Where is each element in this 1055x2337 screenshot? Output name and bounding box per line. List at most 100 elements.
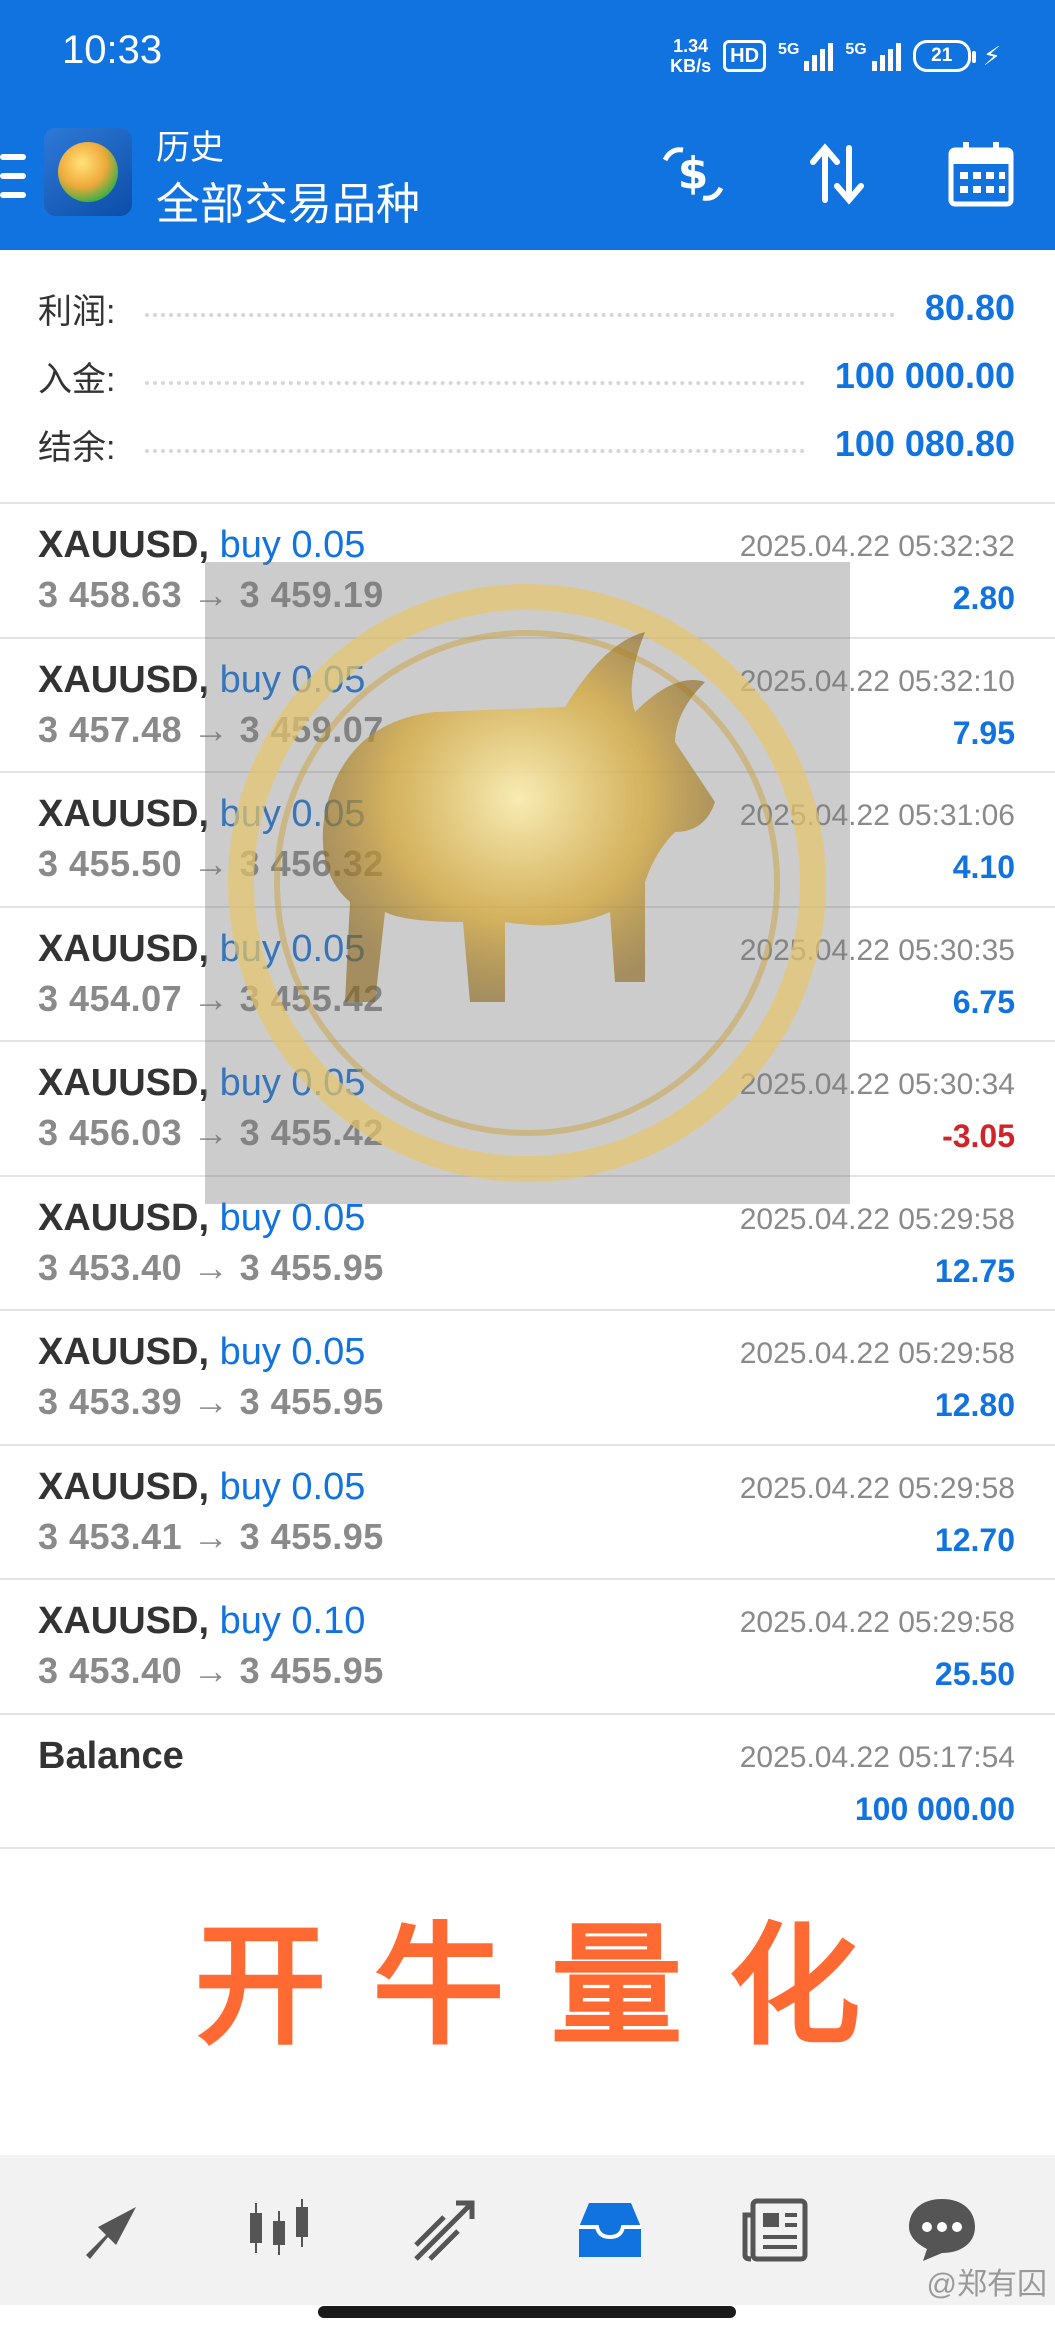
deal-time: 2025.04.22 05:31:06: [739, 799, 1015, 832]
deal-symbol: XAUUSD,: [38, 1062, 210, 1104]
battery-icon: 21: [912, 40, 976, 72]
deal-symbol: XAUUSD,: [38, 793, 210, 835]
deal-profit: 12.75: [934, 1252, 1015, 1289]
deal-row[interactable]: XAUUSD, buy 0.10 3 453.40 → 3 455.95 202…: [0, 1580, 1055, 1715]
deal-row[interactable]: XAUUSD, buy 0.05 3 453.39 → 3 455.95 202…: [0, 1311, 1055, 1446]
balance-value: 100 080.80: [834, 423, 1015, 464]
deal-side: buy 0.05: [219, 793, 366, 835]
bottom-nav: [0, 2155, 1055, 2305]
sim2-label: 5G: [845, 41, 867, 58]
signal-icon-2: 5G: [845, 41, 901, 71]
deal-prices: 3 453.40 → 3 455.95: [38, 1246, 384, 1288]
dollar-exchange-icon[interactable]: $: [657, 138, 729, 210]
deal-profit: 2.80: [952, 580, 1015, 616]
symbol-filter[interactable]: 全部交易品种: [156, 168, 420, 232]
promo-banner-text: 开牛量化: [194, 1910, 907, 2064]
balance-operation-row[interactable]: Balance 2025.04.22 05:17:54 100 000.00: [0, 1715, 1055, 1849]
deal-prices: 3 456.03 → 3 455.42: [38, 1112, 384, 1153]
dotted-leader: [145, 381, 805, 385]
balance-row: 结余: 100 080.80: [38, 414, 1015, 474]
deal-row[interactable]: XAUUSD, buy 0.05 3 455.50 → 3 456.32 202…: [0, 773, 1055, 908]
deal-prices: 3 453.40 → 3 455.95: [38, 1650, 384, 1691]
nav-history[interactable]: [565, 2185, 655, 2275]
deal-time: 2025.04.22 05:32:10: [739, 664, 1015, 698]
deals-list: XAUUSD, buy 0.05 3 458.63 → 3 459.19 202…: [0, 504, 1055, 1849]
app-logo[interactable]: [44, 128, 132, 216]
deal-profit: 100 000.00: [854, 1790, 1015, 1827]
deal-profit: 7.95: [952, 714, 1015, 751]
balance-label: 结余:: [38, 428, 116, 467]
dotted-leader: [145, 313, 895, 317]
dotted-leader: [145, 449, 805, 453]
source-watermark: @郑有囚: [926, 2268, 1047, 2301]
history-icon: [579, 2203, 642, 2257]
page-title: 历史: [156, 129, 224, 167]
chat-icon: [909, 2199, 976, 2261]
deal-symbol: XAUUSD,: [38, 1465, 210, 1508]
deal-profit: 12.70: [934, 1521, 1015, 1558]
deal-prices: 3 453.39 → 3 455.95: [38, 1381, 384, 1422]
profit-row: 利润: 80.80: [38, 278, 1015, 338]
deal-prices: 3 457.48 → 3 459.07: [38, 708, 384, 750]
nav-news[interactable]: [731, 2185, 821, 2275]
deal-symbol: XAUUSD,: [38, 524, 210, 566]
quotes-icon: [85, 2207, 136, 2259]
deposit-label: 入金:: [38, 360, 116, 399]
nav-chart[interactable]: [234, 2185, 324, 2275]
charging-icon: ⚡: [982, 40, 1001, 71]
status-time: 10:33: [62, 28, 163, 72]
deal-symbol: XAUUSD,: [38, 1331, 210, 1373]
deal-side: buy 0.05: [219, 658, 366, 701]
deal-symbol: XAUUSD,: [38, 1600, 210, 1642]
deposit-value: 100 000.00: [834, 355, 1015, 396]
nav-quotes[interactable]: [68, 2185, 158, 2275]
deal-row[interactable]: XAUUSD, buy 0.05 3 457.48 → 3 459.07 202…: [0, 639, 1055, 773]
deal-symbol: XAUUSD,: [38, 927, 210, 970]
deal-profit: -3.05: [942, 1118, 1015, 1154]
deal-profit: 6.75: [952, 983, 1015, 1020]
deal-symbol: XAUUSD,: [38, 1196, 210, 1239]
deal-time: 2025.04.22 05:29:58: [739, 1606, 1015, 1639]
signal-icon: 5G: [778, 41, 834, 71]
hd-badge: HD: [723, 40, 767, 72]
deal-side: buy 0.05: [219, 1062, 366, 1104]
calendar-icon[interactable]: [945, 138, 1017, 210]
deal-time: 2025.04.22 05:17:54: [739, 1740, 1015, 1774]
deal-time: 2025.04.22 05:30:34: [739, 1068, 1015, 1101]
status-indicators: 1.34 KB/s HD 5G 5G 21 ⚡: [670, 36, 1001, 76]
deal-time: 2025.04.22 05:29:58: [739, 1202, 1015, 1236]
status-bar: 10:33 1.34 KB/s HD 5G 5G 21 ⚡: [0, 0, 1055, 110]
deal-time: 2025.04.22 05:29:58: [739, 1337, 1015, 1370]
app-bar: 历史 全部交易品种 $: [0, 110, 1055, 250]
net-speed-value: 1.34: [673, 36, 709, 56]
deal-row[interactable]: XAUUSD, buy 0.05 3 454.07 → 3 455.42 202…: [0, 908, 1055, 1042]
deal-row[interactable]: XAUUSD, buy 0.05 3 458.63 → 3 459.19 202…: [0, 504, 1055, 639]
deposit-row: 入金: 100 000.00: [38, 346, 1015, 406]
deal-symbol: Balance: [38, 1734, 184, 1777]
deal-side: buy 0.05: [219, 1196, 366, 1239]
deal-profit: 25.50: [934, 1656, 1015, 1692]
deal-row[interactable]: XAUUSD, buy 0.05 3 453.41 → 3 455.95 202…: [0, 1446, 1055, 1580]
nav-trade[interactable]: [400, 2185, 490, 2275]
deal-side: buy 0.05: [219, 1331, 366, 1373]
net-speed-unit: KB/s: [670, 56, 712, 76]
deal-time: 2025.04.22 05:30:35: [739, 933, 1015, 967]
deal-time: 2025.04.22 05:32:32: [739, 530, 1015, 563]
menu-icon[interactable]: [0, 154, 26, 198]
appbar-actions: $: [657, 138, 1017, 210]
sim1-label: 5G: [778, 41, 800, 58]
net-speed: 1.34 KB/s: [670, 36, 711, 76]
deal-side: buy 0.05: [219, 524, 366, 566]
deal-prices: 3 454.07 → 3 455.42: [38, 977, 384, 1019]
deal-time: 2025.04.22 05:29:58: [739, 1471, 1015, 1505]
home-indicator[interactable]: [318, 2306, 736, 2318]
deal-row[interactable]: XAUUSD, buy 0.05 3 456.03 → 3 455.42 202…: [0, 1042, 1055, 1177]
deal-symbol: XAUUSD,: [38, 658, 210, 701]
deal-row[interactable]: XAUUSD, buy 0.05 3 453.40 → 3 455.95 202…: [0, 1177, 1055, 1311]
news-icon: [742, 2198, 808, 2262]
sort-icon[interactable]: [801, 138, 873, 210]
profit-value: 80.80: [924, 287, 1015, 328]
summary-panel: 利润: 80.80 入金: 100 000.00 结余: 100 080.80: [0, 250, 1055, 504]
svg-text:$: $: [678, 148, 709, 199]
deal-prices: 3 455.50 → 3 456.32: [38, 843, 384, 884]
